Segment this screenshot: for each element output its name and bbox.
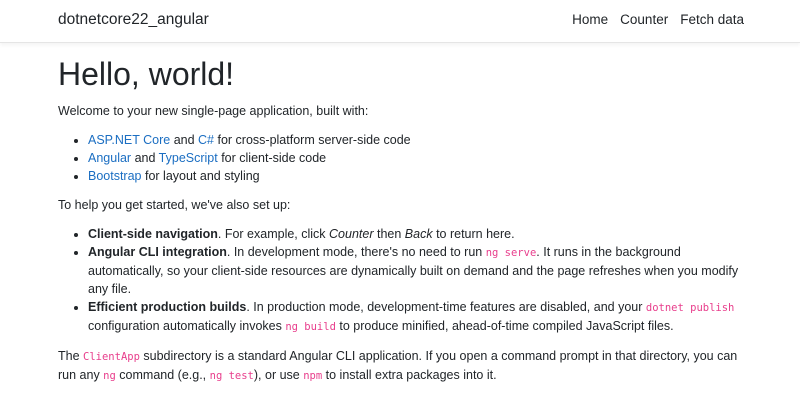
nav-links: Home Counter Fetch data <box>572 12 744 27</box>
csharp-link[interactable]: C# <box>198 133 214 147</box>
feature-title: Angular CLI integration <box>88 245 227 259</box>
inline-code: ng serve <box>485 247 537 259</box>
closing-segment: to install extra packages into it. <box>322 368 497 382</box>
list-text: for client-side code <box>217 151 327 165</box>
feature-emphasis: Back <box>404 227 433 241</box>
feature-text: to produce minified, ahead-of-time compi… <box>335 319 674 333</box>
nav-fetch-data-link[interactable]: Fetch data <box>680 12 744 27</box>
brand-link[interactable]: dotnetcore22_angular <box>58 11 209 29</box>
list-text: and <box>131 151 159 165</box>
closing-segment: ), or use <box>253 368 304 382</box>
feature-text: to return here. <box>432 227 515 241</box>
list-item: Efficient production builds. In producti… <box>88 298 758 336</box>
inline-code: npm <box>303 370 323 382</box>
feature-title: Efficient production builds <box>88 300 247 314</box>
angular-link[interactable]: Angular <box>88 151 131 165</box>
list-item: Client-side navigation. For example, cli… <box>88 225 758 243</box>
closing-segment: The <box>58 349 84 363</box>
feature-text: . For example, click <box>217 227 330 241</box>
inline-code: ClientApp <box>83 351 140 363</box>
inline-code: ng test <box>209 370 254 382</box>
navbar: dotnetcore22_angular Home Counter Fetch … <box>0 0 800 43</box>
intro-text: Welcome to your new single-page applicat… <box>58 104 369 118</box>
list-item: Angular and TypeScript for client-side c… <box>88 149 758 167</box>
feature-text: . In development mode, there's no need t… <box>226 245 486 259</box>
closing-segment: command (e.g., <box>115 368 210 382</box>
closing-text: The ClientApp subdirectory is a standard… <box>58 347 758 385</box>
list-item: ASP.NET Core and C# for cross-platform s… <box>88 131 758 149</box>
inline-code: ng <box>103 370 116 382</box>
bootstrap-link[interactable]: Bootstrap <box>88 169 142 183</box>
list-text: for layout and styling <box>141 169 260 183</box>
features-list: Client-side navigation. For example, cli… <box>58 225 758 336</box>
feature-title: Client-side navigation <box>88 227 218 241</box>
inline-code: ng build <box>285 321 336 333</box>
feature-emphasis: Counter <box>329 227 374 241</box>
nav-home-link[interactable]: Home <box>572 12 608 27</box>
list-item: Angular CLI integration. In development … <box>88 243 758 298</box>
list-text: for cross-platform server-side code <box>214 133 411 147</box>
feature-text: . In production mode, development-time f… <box>246 300 646 314</box>
nav-counter-link[interactable]: Counter <box>620 12 668 27</box>
feature-text: configuration automatically invokes <box>88 319 286 333</box>
setup-intro-text: To help you get started, we've also set … <box>58 198 291 212</box>
inline-code: dotnet publish <box>645 302 735 314</box>
page-title: Hello, world! <box>58 56 235 92</box>
tech-list: ASP.NET Core and C# for cross-platform s… <box>58 131 758 185</box>
list-item: Bootstrap for layout and styling <box>88 167 758 185</box>
list-text: and <box>170 133 199 147</box>
aspnet-core-link[interactable]: ASP.NET Core <box>88 133 170 147</box>
feature-text: then <box>373 227 405 241</box>
main-content: Hello, world! Welcome to your new single… <box>58 54 758 396</box>
typescript-link[interactable]: TypeScript <box>159 151 218 165</box>
